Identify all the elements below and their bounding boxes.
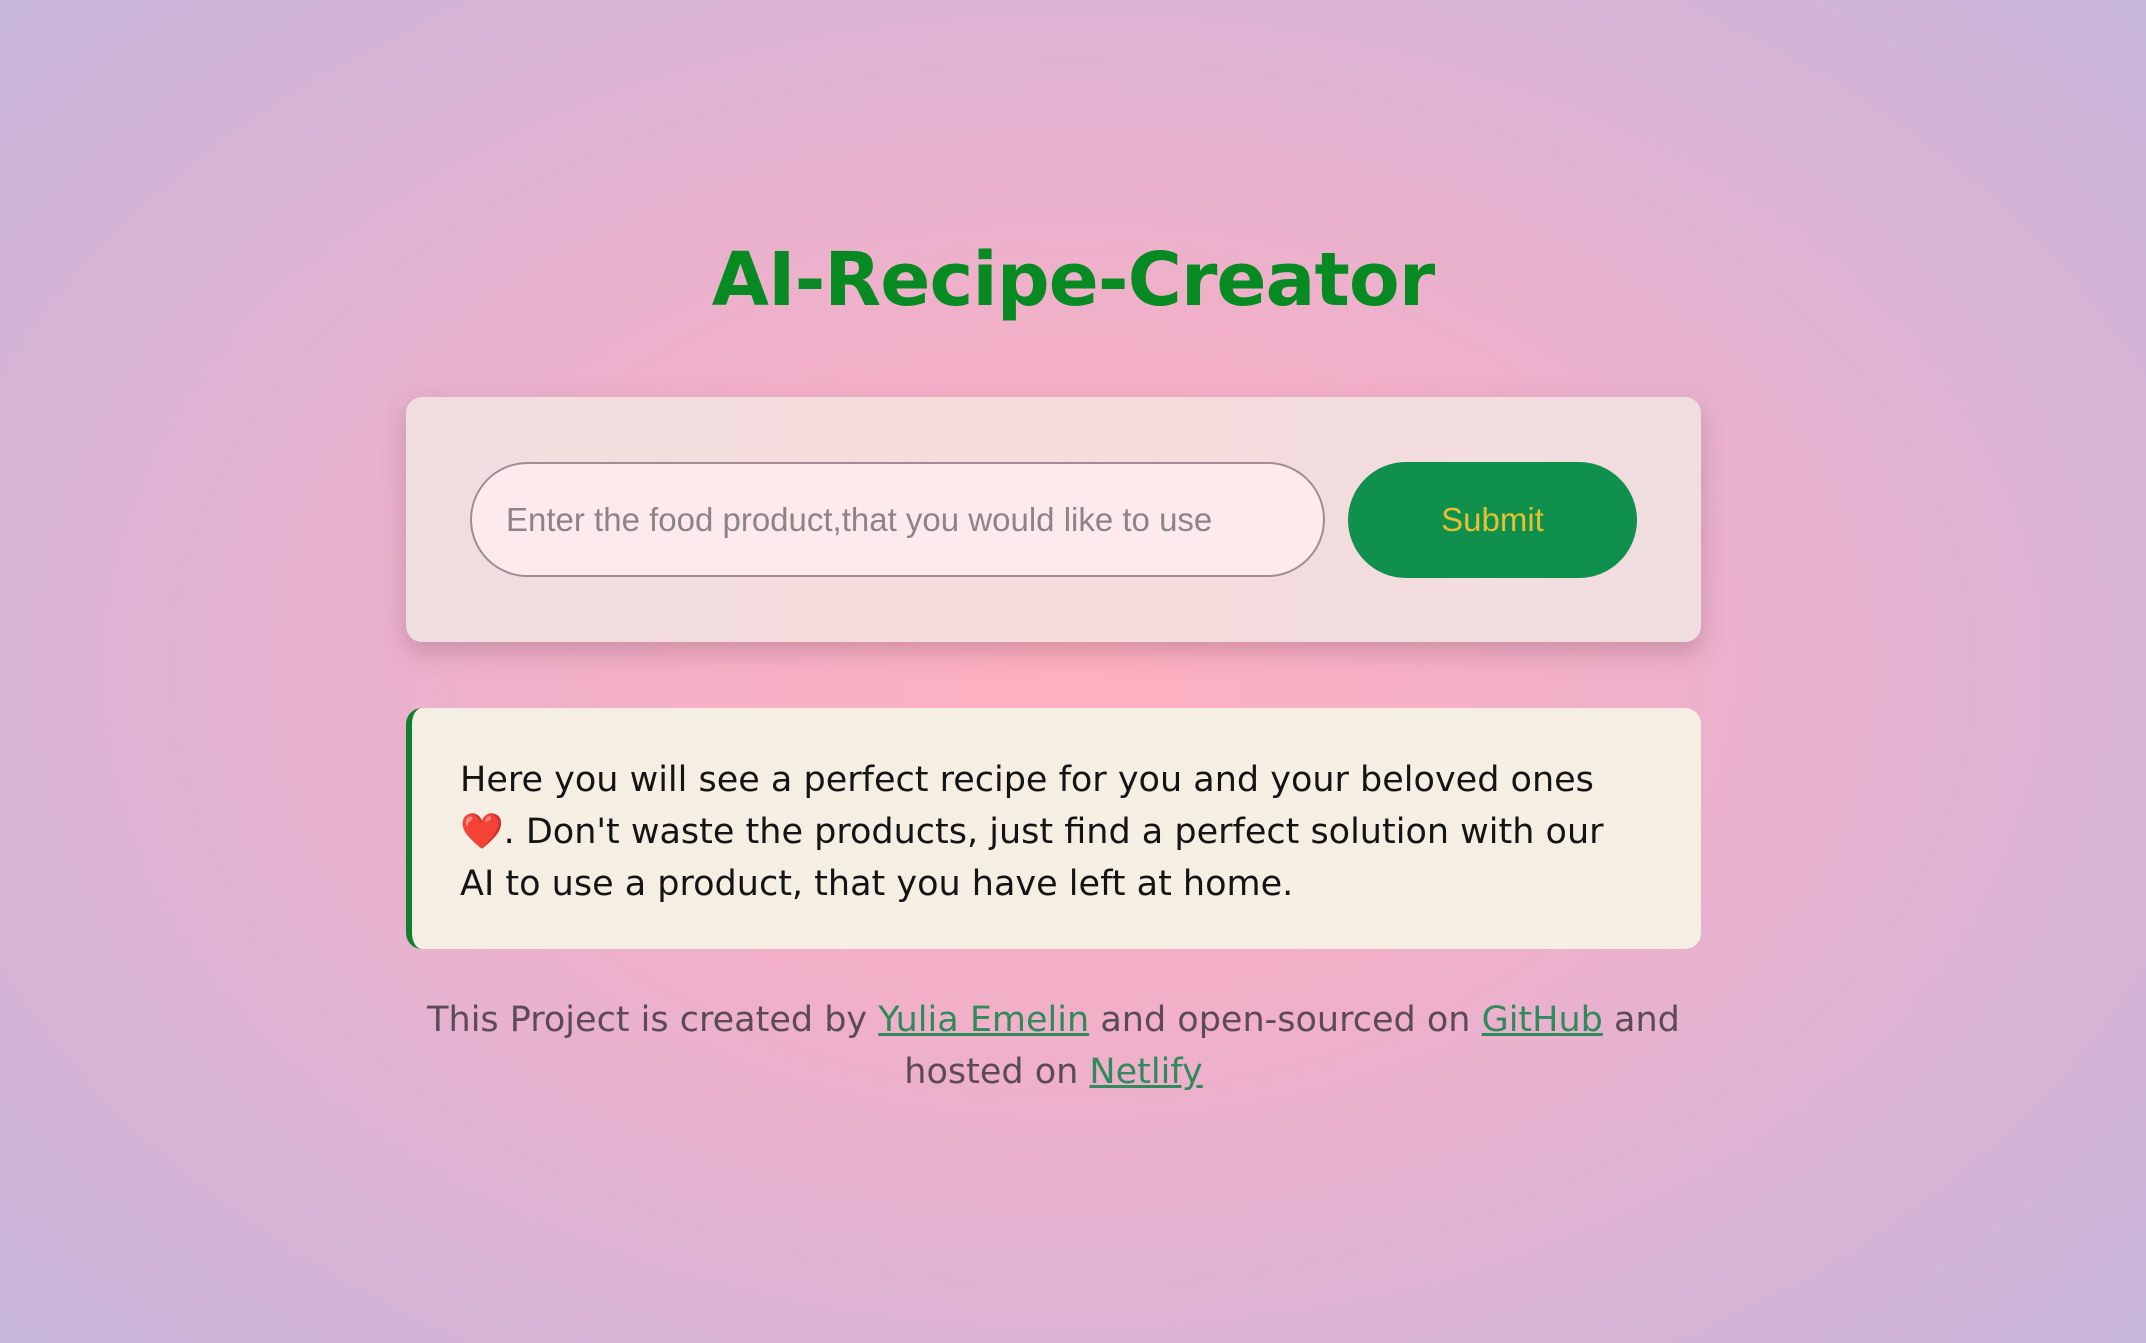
github-link[interactable]: GitHub bbox=[1482, 1000, 1603, 1040]
netlify-link[interactable]: Netlify bbox=[1089, 1052, 1202, 1092]
footer-credits: This Project is created by Yulia Emelin … bbox=[406, 994, 1701, 1098]
food-product-input[interactable] bbox=[470, 462, 1325, 577]
recipe-text-intro: Here you will see a perfect recipe for y… bbox=[460, 760, 1594, 800]
heart-icon: ❤️ bbox=[460, 812, 504, 852]
page-title: AI-Recipe-Creator bbox=[711, 237, 1435, 323]
recipe-output: Here you will see a perfect recipe for y… bbox=[406, 708, 1701, 949]
footer-text-created-by: This Project is created by bbox=[427, 1000, 879, 1040]
footer-text-open-sourced: and open-sourced on bbox=[1089, 1000, 1482, 1040]
recipe-search-form: Submit bbox=[406, 397, 1701, 642]
submit-button[interactable]: Submit bbox=[1348, 462, 1637, 578]
author-link[interactable]: Yulia Emelin bbox=[878, 1000, 1089, 1040]
recipe-text-body: . Don't waste the products, just find a … bbox=[460, 812, 1604, 904]
